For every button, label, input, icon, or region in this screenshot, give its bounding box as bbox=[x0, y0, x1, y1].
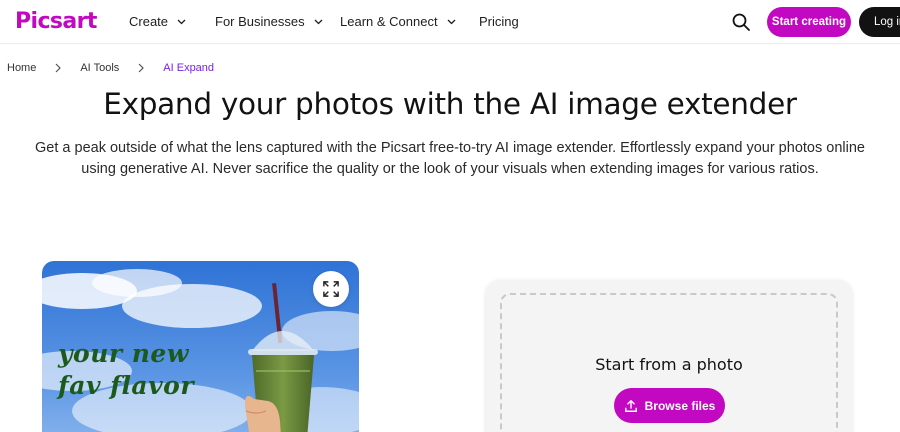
search-icon bbox=[732, 13, 750, 31]
page-title: Expand your photos with the AI image ext… bbox=[103, 87, 797, 121]
nav-item-create[interactable]: Create bbox=[129, 14, 186, 29]
start-creating-button[interactable]: Start creating bbox=[767, 7, 851, 37]
breadcrumb-ai-tools[interactable]: AI Tools bbox=[80, 62, 119, 74]
nav-item-pricing[interactable]: Pricing bbox=[479, 14, 519, 29]
search-button[interactable] bbox=[731, 12, 751, 32]
chevron-down-icon bbox=[314, 19, 323, 24]
promo-line-2: fav flavor bbox=[58, 371, 195, 400]
breadcrumb: Home AI Tools AI Expand bbox=[7, 62, 214, 74]
promo-line-1: your new bbox=[58, 339, 189, 368]
upload-title: Start from a photo bbox=[595, 355, 743, 374]
chevron-down-icon bbox=[447, 19, 456, 24]
picsart-logo[interactable]: Picsart bbox=[15, 9, 97, 34]
breadcrumb-home[interactable]: Home bbox=[7, 62, 36, 74]
expand-icon bbox=[323, 281, 339, 297]
browse-files-label: Browse files bbox=[644, 398, 716, 413]
breadcrumb-ai-expand: AI Expand bbox=[163, 62, 215, 74]
nav-item-label: Learn & Connect bbox=[340, 14, 438, 29]
chevron-right-icon bbox=[55, 63, 62, 73]
nav-item-learn-connect[interactable]: Learn & Connect bbox=[340, 14, 456, 29]
nav-item-label: Create bbox=[129, 14, 169, 29]
chevron-down-icon bbox=[177, 19, 186, 24]
nav-item-label: For Businesses bbox=[215, 14, 305, 29]
nav-item-label: Pricing bbox=[479, 14, 519, 29]
top-navbar: Picsart Create For Businesses Learn & Co… bbox=[0, 0, 900, 44]
expand-preview-button[interactable] bbox=[313, 271, 349, 307]
login-button[interactable]: Log in bbox=[859, 7, 900, 37]
page-description: Get a peak outside of what the lens capt… bbox=[35, 140, 865, 177]
chevron-right-icon bbox=[138, 63, 145, 73]
upload-icon bbox=[624, 399, 637, 412]
browse-files-button[interactable]: Browse files bbox=[614, 388, 725, 423]
promo-text: your new fav flavor bbox=[58, 338, 194, 402]
nav-item-for-businesses[interactable]: For Businesses bbox=[215, 14, 323, 29]
